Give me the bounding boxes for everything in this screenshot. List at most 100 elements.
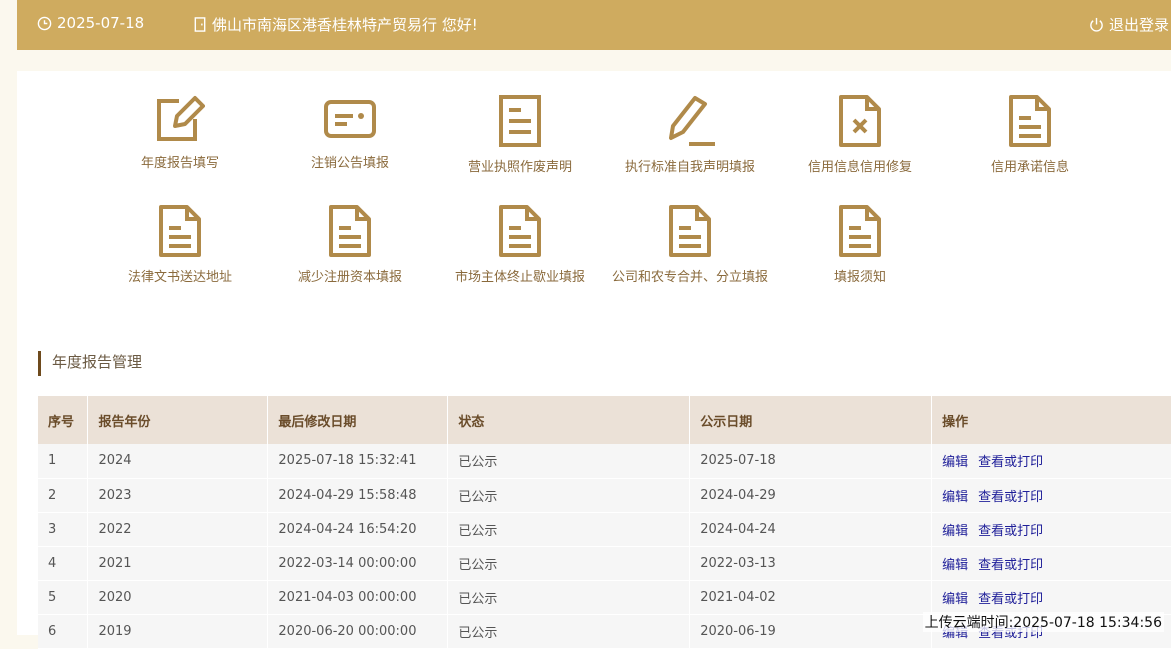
cell-publish-date: 2024-04-29 [690, 478, 932, 512]
tile-annual-report[interactable]: 年度报告填写 [95, 94, 265, 171]
upload-time-watermark: 上传云端时间:2025-07-18 15:34:56 [923, 612, 1164, 632]
cell-index: 5 [38, 580, 88, 614]
table-row: 5 2020 2021-04-03 00:00:00 已公示 2021-04-0… [38, 580, 1171, 614]
table-row: 3 2022 2024-04-24 16:54:20 已公示 2024-04-2… [38, 512, 1171, 546]
cell-actions: 编辑查看或打印 [932, 546, 1171, 580]
cell-index: 6 [38, 614, 88, 648]
table-row: 2 2023 2024-04-29 15:58:48 已公示 2024-04-2… [38, 478, 1171, 512]
cell-status: 已公示 [448, 580, 690, 614]
document-icon [1007, 94, 1053, 148]
tile-label: 减少注册资本填报 [265, 266, 435, 285]
cell-modified: 2021-04-03 00:00:00 [268, 580, 448, 614]
tile-label: 法律文书送达地址 [95, 266, 265, 285]
section-title: 年度报告管理 [38, 351, 142, 376]
tile-capital-reduction[interactable]: 减少注册资本填报 [265, 204, 435, 285]
cell-modified: 2020-06-20 00:00:00 [268, 614, 448, 648]
header-status: 状态 [448, 396, 690, 444]
tile-label: 营业执照作废声明 [435, 156, 605, 175]
tile-label: 信用信息信用修复 [775, 156, 945, 175]
tile-termination[interactable]: 市场主体终止歇业填报 [435, 204, 605, 285]
document-icon [157, 204, 203, 258]
main-panel: 年度报告填写 注销公告填报 营业执照作废声明 执行标准自我声明填报 信用信息信用… [17, 71, 1171, 635]
tile-label: 公司和农专合并、分立填报 [605, 266, 775, 285]
edit-link[interactable]: 编辑 [942, 455, 968, 470]
cell-modified: 2022-03-14 00:00:00 [268, 546, 448, 580]
tile-credit-repair[interactable]: 信用信息信用修复 [775, 94, 945, 175]
edit-link[interactable]: 编辑 [942, 524, 968, 539]
cell-publish-date: 2025-07-18 [690, 444, 932, 478]
cell-publish-date: 2022-03-13 [690, 546, 932, 580]
tile-label: 注销公告填报 [265, 152, 435, 171]
cell-year: 2020 [88, 580, 268, 614]
cell-actions: 编辑查看或打印 [932, 580, 1171, 614]
view-print-link[interactable]: 查看或打印 [978, 455, 1043, 470]
table-row: 4 2021 2022-03-14 00:00:00 已公示 2022-03-1… [38, 546, 1171, 580]
top-bar: 2025-07-18 佛山市南海区港香桂林特产贸易行 您好! 退出登录 [17, 0, 1171, 50]
cell-actions: 编辑查看或打印 [932, 512, 1171, 546]
door-icon [193, 17, 207, 32]
document-icon [327, 204, 373, 258]
tile-label: 年度报告填写 [95, 152, 265, 171]
logout-label: 退出登录 [1109, 14, 1169, 35]
document-icon [497, 94, 543, 148]
cell-year: 2024 [88, 444, 268, 478]
header-publish-date: 公示日期 [690, 396, 932, 444]
tile-filing-notes[interactable]: 填报须知 [775, 204, 945, 285]
pencil-icon [663, 94, 717, 148]
report-table: 序号 报告年份 最后修改日期 状态 公示日期 操作 1 2024 2025-07… [38, 396, 1171, 649]
cell-status: 已公示 [448, 546, 690, 580]
view-print-link[interactable]: 查看或打印 [978, 524, 1043, 539]
header-index: 序号 [38, 396, 88, 444]
logout-button[interactable]: 退出登录 [1089, 14, 1169, 35]
tile-credit-commitment[interactable]: 信用承诺信息 [945, 94, 1115, 175]
table-header-row: 序号 报告年份 最后修改日期 状态 公示日期 操作 [38, 396, 1171, 444]
cell-publish-date: 2021-04-02 [690, 580, 932, 614]
cell-index: 3 [38, 512, 88, 546]
cell-year: 2022 [88, 512, 268, 546]
cell-modified: 2024-04-24 16:54:20 [268, 512, 448, 546]
cell-status: 已公示 [448, 444, 690, 478]
view-print-link[interactable]: 查看或打印 [978, 558, 1043, 573]
edit-link[interactable]: 编辑 [942, 490, 968, 505]
tile-standard-statement[interactable]: 执行标准自我声明填报 [605, 94, 775, 175]
cell-actions: 编辑查看或打印 [932, 444, 1171, 478]
tile-label: 填报须知 [775, 266, 945, 285]
cell-modified: 2024-04-29 15:58:48 [268, 478, 448, 512]
view-print-link[interactable]: 查看或打印 [978, 592, 1043, 607]
tile-merger-split[interactable]: 公司和农专合并、分立填报 [605, 204, 775, 285]
document-icon [667, 204, 713, 258]
cell-publish-date: 2020-06-19 [690, 614, 932, 648]
cell-status: 已公示 [448, 614, 690, 648]
cell-status: 已公示 [448, 512, 690, 546]
edit-link[interactable]: 编辑 [942, 558, 968, 573]
cell-publish-date: 2024-04-24 [690, 512, 932, 546]
date-display: 2025-07-18 [37, 14, 144, 32]
tile-label: 执行标准自我声明填报 [605, 156, 775, 175]
cell-index: 1 [38, 444, 88, 478]
header-year: 报告年份 [88, 396, 268, 444]
tile-cancel-notice[interactable]: 注销公告填报 [265, 94, 435, 171]
cell-year: 2023 [88, 478, 268, 512]
cell-actions: 编辑查看或打印 [932, 478, 1171, 512]
edit-link[interactable]: 编辑 [942, 592, 968, 607]
tile-label: 市场主体终止歇业填报 [435, 266, 605, 285]
table-row: 1 2024 2025-07-18 15:32:41 已公示 2025-07-1… [38, 444, 1171, 478]
greeting-text: 佛山市南海区港香桂林特产贸易行 您好! [212, 14, 478, 35]
tile-label: 信用承诺信息 [945, 156, 1115, 175]
cell-modified: 2025-07-18 15:32:41 [268, 444, 448, 478]
cell-year: 2021 [88, 546, 268, 580]
cell-index: 4 [38, 546, 88, 580]
header-modified: 最后修改日期 [268, 396, 448, 444]
date-text: 2025-07-18 [57, 14, 144, 32]
cell-status: 已公示 [448, 478, 690, 512]
power-icon [1089, 17, 1104, 32]
tile-license-void[interactable]: 营业执照作废声明 [435, 94, 605, 175]
tile-legal-address[interactable]: 法律文书送达地址 [95, 204, 265, 285]
cell-year: 2019 [88, 614, 268, 648]
document-icon [497, 204, 543, 258]
document-x-icon [837, 94, 883, 148]
cell-index: 2 [38, 478, 88, 512]
header-actions: 操作 [932, 396, 1171, 444]
view-print-link[interactable]: 查看或打印 [978, 490, 1043, 505]
edit-icon [155, 94, 205, 144]
